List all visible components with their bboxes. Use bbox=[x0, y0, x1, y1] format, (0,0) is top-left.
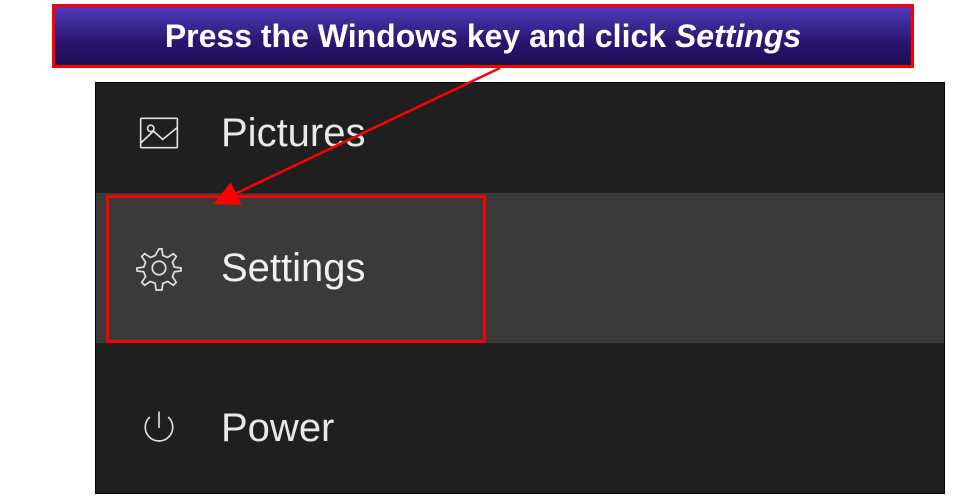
instruction-banner: Press the Windows key and click Settings bbox=[52, 4, 914, 68]
instruction-emphasis: Settings bbox=[675, 18, 801, 54]
instruction-prefix: Press the Windows key and click bbox=[165, 18, 675, 54]
power-icon bbox=[96, 406, 221, 450]
menu-item-settings[interactable]: Settings bbox=[96, 193, 944, 343]
menu-item-pictures[interactable]: Pictures bbox=[96, 93, 944, 173]
settings-label: Settings bbox=[221, 246, 366, 291]
pictures-label: Pictures bbox=[221, 111, 366, 156]
power-label: Power bbox=[221, 406, 334, 451]
start-menu-panel: Pictures Settings Power bbox=[95, 82, 945, 494]
gear-icon bbox=[96, 245, 221, 291]
pictures-icon bbox=[96, 111, 221, 155]
menu-item-power[interactable]: Power bbox=[96, 383, 944, 473]
instruction-text: Press the Windows key and click Settings bbox=[165, 18, 801, 55]
